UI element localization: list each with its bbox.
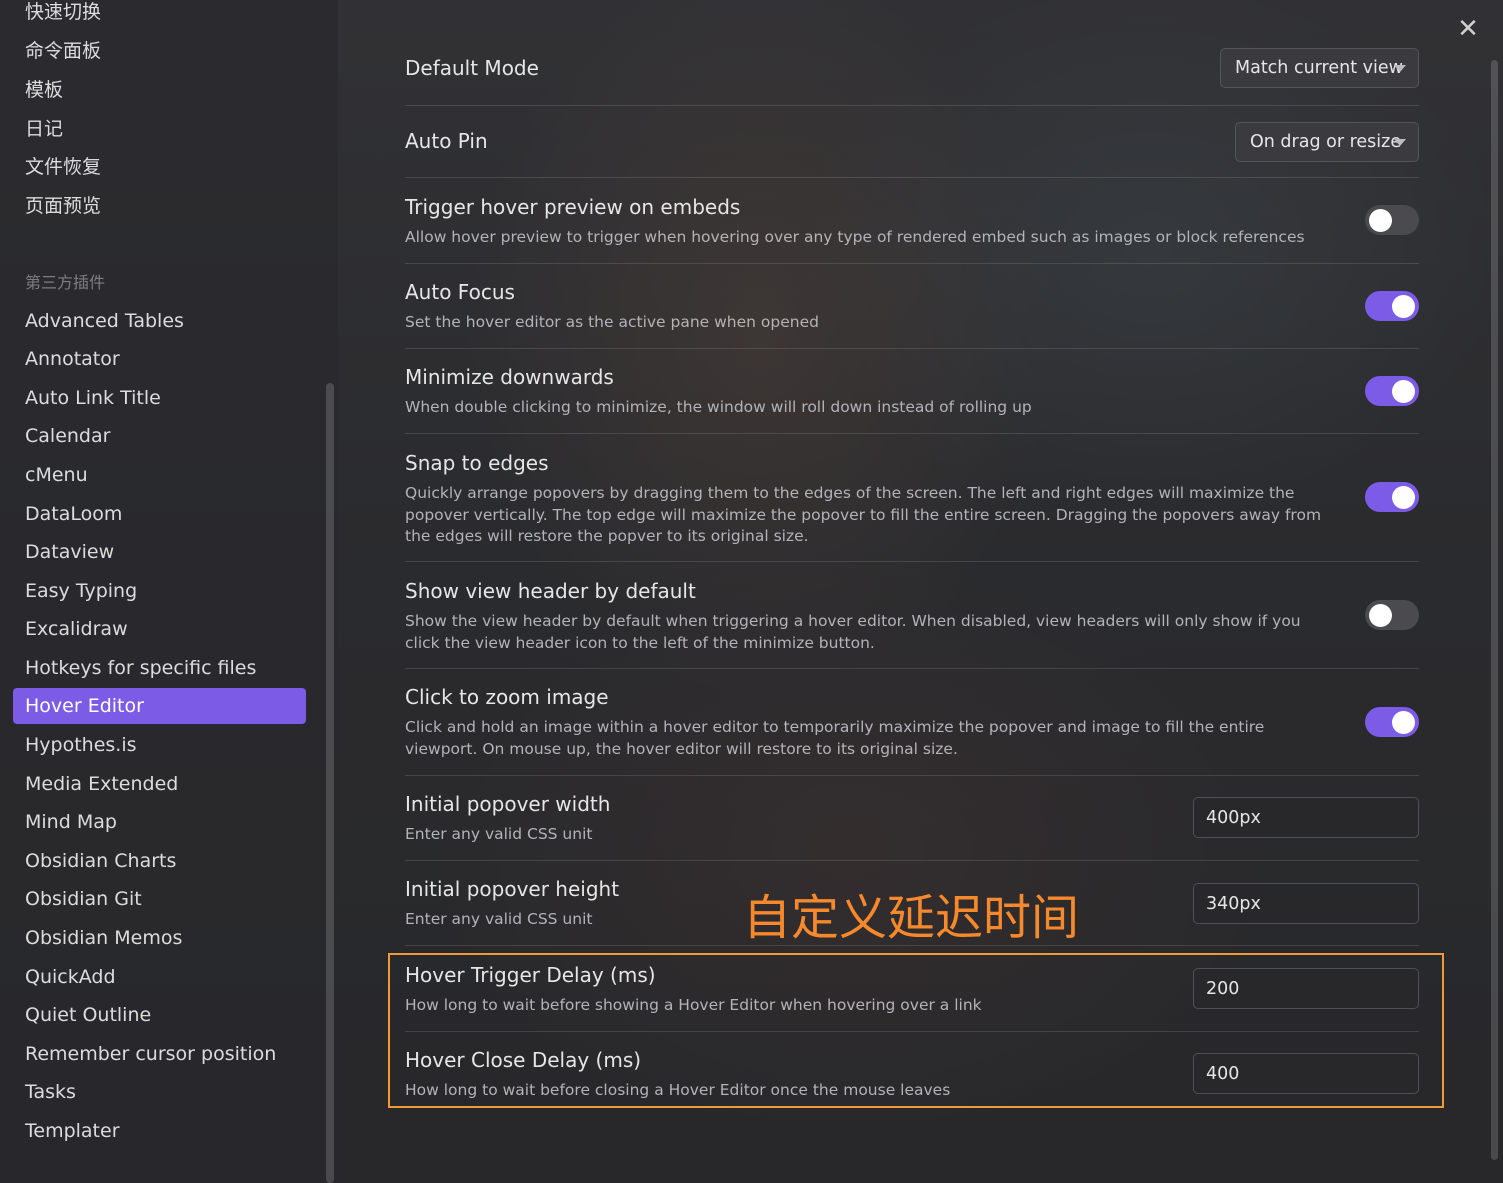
toggle-knob xyxy=(1369,209,1392,232)
setting-trigger-embeds: Trigger hover preview on embeds Allow ho… xyxy=(405,195,1419,249)
sidebar-item-plugin[interactable]: Templater xyxy=(13,1113,306,1149)
setting-name: Auto Focus xyxy=(405,280,515,304)
sidebar-item-plugin[interactable]: Annotator xyxy=(13,341,306,377)
sidebar-item-plugin[interactable]: Hotkeys for specific files xyxy=(13,650,306,686)
setting-description: Show the view header by default when tri… xyxy=(405,612,1301,652)
sidebar-item-plugin[interactable]: Obsidian Charts xyxy=(13,843,306,879)
setting-minimize-downwards: Minimize downwards When double clicking … xyxy=(405,365,1419,419)
toggle-knob xyxy=(1392,295,1415,318)
toggle-knob xyxy=(1392,380,1415,403)
sidebar-item-plugin[interactable]: Calendar xyxy=(13,418,306,454)
divider xyxy=(405,177,1419,178)
setting-description: When double clicking to minimize, the wi… xyxy=(405,398,1032,416)
sidebar-item-plugin[interactable]: Hypothes.is xyxy=(13,727,306,763)
view-header-toggle[interactable] xyxy=(1365,600,1419,630)
dropdown-value: Match current view xyxy=(1235,58,1403,78)
setting-name: Show view header by default xyxy=(405,579,696,603)
popover-height-input[interactable] xyxy=(1193,883,1419,924)
setting-name: Snap to edges xyxy=(405,451,549,475)
setting-description: Allow hover preview to trigger when hove… xyxy=(405,228,1305,246)
default-mode-dropdown[interactable]: Match current view xyxy=(1220,48,1419,88)
sidebar-item-plugin[interactable]: DataLoom xyxy=(13,496,306,532)
settings-sidebar: 快速切换 命令面板 模板 日记 文件恢复 页面预览 第三方插件 Advanced… xyxy=(0,0,338,1183)
sidebar-item-daily-notes[interactable]: 日记 xyxy=(13,111,306,147)
setting-description: Quickly arrange popovers by dragging the… xyxy=(405,484,1322,545)
sidebar-item-plugin[interactable]: Quiet Outline xyxy=(13,997,306,1033)
annotation-highlight-box xyxy=(388,953,1444,1108)
setting-name: Click to zoom image xyxy=(405,685,609,709)
sidebar-item-plugin[interactable]: Advanced Tables xyxy=(13,303,306,339)
divider xyxy=(405,433,1419,434)
popover-width-input[interactable] xyxy=(1193,797,1419,838)
sidebar-item-plugin[interactable]: QuickAdd xyxy=(13,959,306,995)
setting-name: Trigger hover preview on embeds xyxy=(405,195,741,219)
sidebar-item-plugin[interactable]: Media Extended xyxy=(13,766,306,802)
snap-edges-toggle[interactable] xyxy=(1365,482,1419,512)
toggle-knob xyxy=(1369,604,1392,627)
sidebar-scrollbar[interactable] xyxy=(326,383,334,1183)
divider xyxy=(405,263,1419,264)
sidebar-item-plugin[interactable]: Obsidian Git xyxy=(13,881,306,917)
setting-description: Click and hold an image within a hover e… xyxy=(405,718,1265,758)
sidebar-group-title: 第三方插件 xyxy=(25,273,106,292)
divider xyxy=(405,561,1419,562)
sidebar-item-plugin[interactable]: Dataview xyxy=(13,534,306,570)
divider xyxy=(405,860,1419,861)
content-scrollbar[interactable] xyxy=(1491,60,1498,1160)
minimize-downwards-toggle[interactable] xyxy=(1365,376,1419,406)
setting-click-zoom: Click to zoom image Click and hold an im… xyxy=(405,685,1419,760)
settings-modal: 快速切换 命令面板 模板 日记 文件恢复 页面预览 第三方插件 Advanced… xyxy=(0,0,1503,1183)
toggle-knob xyxy=(1392,486,1415,509)
auto-focus-toggle[interactable] xyxy=(1365,291,1419,321)
sidebar-item-plugin[interactable]: Excalidraw xyxy=(13,611,306,647)
divider xyxy=(405,668,1419,669)
divider xyxy=(405,348,1419,349)
setting-snap-edges: Snap to edges Quickly arrange popovers b… xyxy=(405,451,1419,548)
sidebar-item-plugin[interactable]: Mind Map xyxy=(13,804,306,840)
sidebar-item-templates[interactable]: 模板 xyxy=(13,72,306,108)
toggle-knob xyxy=(1392,711,1415,734)
dropdown-value: On drag or resize xyxy=(1250,132,1402,152)
sidebar-item-plugin[interactable]: Obsidian Memos xyxy=(13,920,306,956)
sidebar-item-quick-switcher[interactable]: 快速切换 xyxy=(13,0,306,30)
setting-name: Minimize downwards xyxy=(405,365,614,389)
sidebar-item-file-recovery[interactable]: 文件恢复 xyxy=(13,149,306,185)
auto-pin-dropdown[interactable]: On drag or resize xyxy=(1235,122,1419,162)
setting-description: Set the hover editor as the active pane … xyxy=(405,313,819,331)
sidebar-item-plugin[interactable]: Easy Typing xyxy=(13,573,306,609)
setting-view-header: Show view header by default Show the vie… xyxy=(405,579,1419,654)
chevron-down-icon xyxy=(1394,65,1406,72)
trigger-embeds-toggle[interactable] xyxy=(1365,205,1419,235)
sidebar-item-command-palette[interactable]: 命令面板 xyxy=(13,33,306,69)
setting-auto-focus: Auto Focus Set the hover editor as the a… xyxy=(405,280,1419,334)
sidebar-item-page-preview[interactable]: 页面预览 xyxy=(13,188,306,224)
close-icon[interactable]: ✕ xyxy=(1456,16,1480,42)
sidebar-item-plugin[interactable]: Tasks xyxy=(13,1074,306,1110)
chevron-down-icon xyxy=(1394,139,1406,146)
sidebar-item-plugin[interactable]: Auto Link Title xyxy=(13,380,306,416)
annotation-label: 自定义延迟时间 xyxy=(743,890,1080,946)
sidebar-item-plugin[interactable]: cMenu xyxy=(13,457,306,493)
click-zoom-toggle[interactable] xyxy=(1365,707,1419,737)
divider xyxy=(405,775,1419,776)
sidebar-item-plugin[interactable]: Remember cursor position xyxy=(13,1036,306,1072)
sidebar-item-hover-editor[interactable]: Hover Editor xyxy=(13,688,306,724)
divider xyxy=(405,105,1419,106)
